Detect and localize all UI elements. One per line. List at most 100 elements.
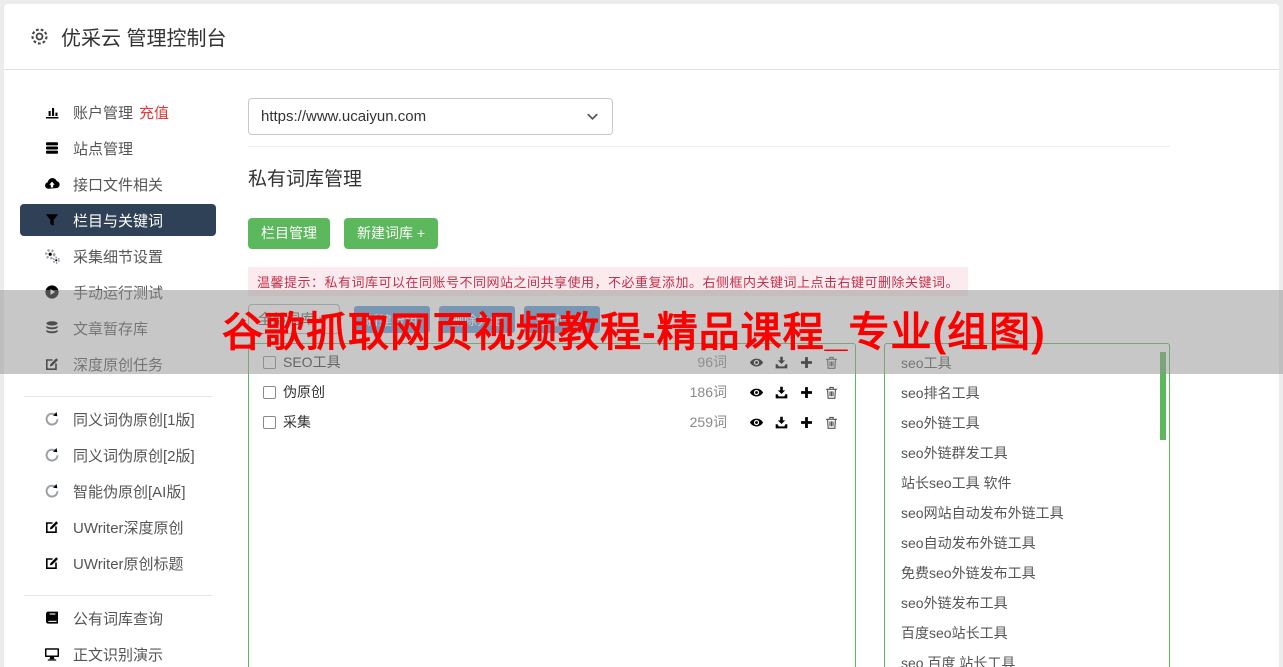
book-icon <box>44 610 60 626</box>
download-icon[interactable] <box>774 415 789 430</box>
lexicon-word-count: 186词 <box>689 384 727 400</box>
edit-icon <box>44 356 60 372</box>
lexicon-name[interactable]: SEO工具 <box>283 352 697 372</box>
keyword-item[interactable]: seo 百度 站长工具 <box>885 648 1169 667</box>
sidebar-nav: 账户管理 充值 站点管理 接口文件相关 栏目与关键词 采集细节设置 手动运行测试… <box>4 70 232 667</box>
column-manage-button[interactable]: 栏目管理 <box>248 218 330 249</box>
lexicon-checkbox[interactable] <box>263 415 276 429</box>
delete-group-button[interactable]: 删除分组 <box>439 305 516 333</box>
new-lexicon-button[interactable]: 新建词库 + <box>344 218 439 249</box>
sidebar-item-label: 智能伪原创[AI版] <box>73 483 186 501</box>
keyword-item[interactable]: seo外链群发工具 <box>885 438 1169 468</box>
trash-icon[interactable] <box>824 355 839 370</box>
refresh-icon <box>44 483 60 499</box>
plus-icon[interactable] <box>799 415 814 430</box>
sidebar-item-ai-rewrite[interactable]: 智能伪原创[AI版] <box>4 473 232 509</box>
download-icon[interactable] <box>774 385 789 400</box>
keyword-item[interactable]: seo外链工具 <box>885 408 1169 438</box>
site-select[interactable]: https://www.ucaiyun.com <box>248 98 613 135</box>
scrollbar-thumb[interactable] <box>1160 352 1166 440</box>
keyword-item[interactable]: 百度seo站长工具 <box>885 618 1169 648</box>
sidebar-item-manual-run[interactable]: 手动运行测试 <box>4 274 232 310</box>
group-toolbar: 全部词库 新建分组 删除分组 移动分组 <box>248 304 1170 334</box>
sidebar-item-interface-files[interactable]: 接口文件相关 <box>4 166 232 202</box>
sidebar-item-uwriter-deep[interactable]: UWriter深度原创 <box>4 509 232 545</box>
sidebar-item-account[interactable]: 账户管理 充值 <box>4 94 232 130</box>
admin-console-page: 优采云 管理控制台 账户管理 充值 站点管理 接口文件相关 栏目与关键词 采集细… <box>0 0 1283 667</box>
sidebar-divider <box>24 396 212 397</box>
page-title: 私有词库管理 <box>248 169 363 190</box>
refresh-icon <box>44 411 60 427</box>
sidebar-item-label: 文章暂存库 <box>73 320 149 338</box>
lexicon-list-panel: SEO工具 96词 伪原创 186词 采集 259词 <box>248 343 856 667</box>
move-group-button[interactable]: 移动分组 <box>524 305 601 333</box>
sidebar-item-synonym-v2[interactable]: 同义词伪原创[2版] <box>4 437 232 473</box>
divider <box>248 146 1170 147</box>
gear-icon <box>29 26 50 47</box>
lexicon-name[interactable]: 伪原创 <box>283 382 690 402</box>
new-group-button[interactable]: 新建分组 <box>354 305 431 333</box>
sidebar-item-label: 公有词库查询 <box>73 610 164 628</box>
sidebar-item-label: 采集细节设置 <box>73 248 164 266</box>
sidebar-item-label: 同义词伪原创[2版] <box>73 447 195 465</box>
keyword-item[interactable]: seo外链发布工具 <box>885 588 1169 618</box>
sidebar-item-label: 账户管理 <box>73 104 134 122</box>
eye-icon[interactable] <box>749 415 764 430</box>
filter-icon <box>44 212 60 228</box>
sidebar-item-label: 手动运行测试 <box>73 284 164 302</box>
keyword-item[interactable]: seo排名工具 <box>885 378 1169 408</box>
plus-icon[interactable] <box>799 385 814 400</box>
refresh-icon <box>44 447 60 463</box>
edit-icon <box>44 555 60 571</box>
keyword-item[interactable]: seo自动发布外链工具 <box>885 528 1169 558</box>
sidebar-item-sites[interactable]: 站点管理 <box>4 130 232 166</box>
cloud-upload-icon <box>44 176 60 192</box>
main-panel: https://www.ucaiyun.com 私有词库管理 栏目管理 新建词库… <box>232 70 1279 667</box>
lexicon-row: 采集 259词 <box>263 407 839 437</box>
sidebar-item-label: 同义词伪原创[1版] <box>73 411 195 429</box>
bar-chart-icon <box>44 104 60 120</box>
download-icon[interactable] <box>774 355 789 370</box>
lexicon-word-count: 259词 <box>689 414 727 430</box>
eye-icon[interactable] <box>749 355 764 370</box>
lexicon-group-select[interactable]: 全部词库 <box>248 304 340 334</box>
keyword-item[interactable]: seo网站自动发布外链工具 <box>885 498 1169 528</box>
top-header: 优采云 管理控制台 <box>4 4 1279 70</box>
sidebar-item-label: UWriter深度原创 <box>73 519 184 537</box>
chevron-down-icon <box>585 109 600 124</box>
sidebar-item-columns-keywords[interactable]: 栏目与关键词 <box>20 204 216 236</box>
recharge-link[interactable]: 充值 <box>139 102 169 123</box>
keyword-item[interactable]: seo工具 <box>885 348 1169 378</box>
database-icon <box>44 320 60 336</box>
sidebar-item-deep-original-task[interactable]: 深度原创任务 <box>4 346 232 382</box>
lexicon-checkbox[interactable] <box>263 385 276 399</box>
lexicon-name[interactable]: 采集 <box>283 412 690 432</box>
content-area: 账户管理 充值 站点管理 接口文件相关 栏目与关键词 采集细节设置 手动运行测试… <box>4 70 1279 667</box>
sidebar-item-synonym-v1[interactable]: 同义词伪原创[1版] <box>4 401 232 437</box>
server-icon <box>44 140 60 156</box>
keyword-item[interactable]: 免费seo外链发布工具 <box>885 558 1169 588</box>
app-title: 优采云 管理控制台 <box>61 28 227 50</box>
eye-icon[interactable] <box>749 385 764 400</box>
sidebar-item-label: 栏目与关键词 <box>73 212 164 230</box>
sidebar-item-uwriter-title[interactable]: UWriter原创标题 <box>4 545 232 581</box>
sidebar-item-public-lexicon[interactable]: 公有词库查询 <box>4 600 232 636</box>
play-circle-icon <box>44 284 60 300</box>
edit-icon <box>44 519 60 535</box>
sidebar-item-content-recognition[interactable]: 正文识别演示 <box>4 636 232 667</box>
sidebar-item-label: 接口文件相关 <box>73 176 164 194</box>
lexicon-row: SEO工具 96词 <box>263 347 839 377</box>
trash-icon[interactable] <box>824 415 839 430</box>
lexicon-group-select-value: 全部词库 <box>258 311 314 327</box>
lexicon-word-count: 96词 <box>697 354 727 370</box>
keyword-item[interactable]: 站长seo工具 软件 <box>885 468 1169 498</box>
sidebar-item-collection-settings[interactable]: 采集细节设置 <box>4 238 232 274</box>
plus-icon[interactable] <box>799 355 814 370</box>
chevron-down-icon <box>317 313 330 326</box>
sidebar-item-article-store[interactable]: 文章暂存库 <box>4 310 232 346</box>
gears-icon <box>44 248 60 264</box>
trash-icon[interactable] <box>824 385 839 400</box>
sidebar-item-label: 站点管理 <box>73 140 134 158</box>
keyword-list-panel: seo工具 seo排名工具 seo外链工具 seo外链群发工具 站长seo工具 … <box>884 343 1170 667</box>
lexicon-checkbox[interactable] <box>263 355 276 369</box>
